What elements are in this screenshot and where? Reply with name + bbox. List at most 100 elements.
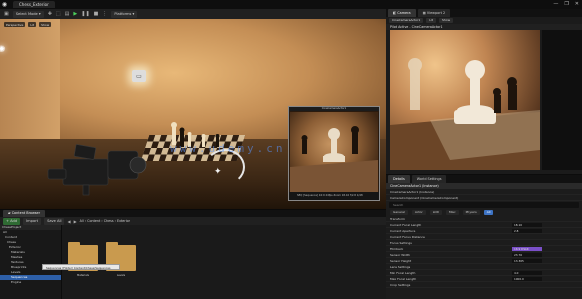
property-value-field[interactable]: 1000.0 bbox=[512, 276, 542, 281]
content-browser: ▰ Content Browser + Add Import Save All … bbox=[0, 209, 386, 299]
tab-camera-label: Camera bbox=[397, 11, 411, 15]
save-icon[interactable]: ▣ bbox=[4, 11, 9, 17]
camera-preview-image bbox=[290, 112, 378, 192]
camera-render-view[interactable] bbox=[390, 30, 540, 170]
property-label: Filmback bbox=[390, 246, 404, 251]
details-search-input[interactable]: Search bbox=[389, 202, 579, 208]
category-general[interactable]: General bbox=[390, 210, 408, 215]
tab-camera[interactable]: ◧ Camera bbox=[388, 9, 416, 17]
details-property-list: Transform Current Focal Length 18.10 Curren… bbox=[386, 216, 582, 288]
select-mode-dropdown[interactable]: Select Mode ▾ bbox=[12, 10, 44, 18]
add-actor-icon[interactable]: ✚ bbox=[48, 11, 52, 17]
save-all-button[interactable]: Save All bbox=[44, 217, 65, 225]
breadcrumb-item[interactable]: Chess bbox=[104, 219, 114, 223]
grid-icon: ▦ bbox=[422, 11, 426, 15]
property-label: Transform bbox=[390, 216, 405, 221]
add-button[interactable]: + Add bbox=[3, 217, 21, 225]
play-icon[interactable]: ▶ bbox=[73, 11, 77, 17]
tree-item[interactable]: Engine bbox=[0, 280, 61, 285]
level-tab-label: Chess_Exterior bbox=[19, 2, 49, 7]
category-lod[interactable]: LOD bbox=[429, 210, 442, 215]
back-arrow-icon[interactable]: ◀ bbox=[67, 219, 70, 224]
camera-lit-button[interactable]: Lit bbox=[426, 18, 436, 23]
directional-light-icon[interactable]: ✺ bbox=[0, 45, 10, 57]
category-misc[interactable]: Misc bbox=[445, 210, 459, 215]
render-pawn bbox=[390, 58, 540, 170]
tab-world-settings[interactable]: World Settings bbox=[411, 175, 447, 183]
maximize-icon[interactable]: ❐ bbox=[564, 1, 568, 7]
camera-show-button[interactable]: Show bbox=[438, 18, 454, 23]
details-tabs: Details World Settings bbox=[386, 175, 582, 183]
title-bar: ◉ Chess_Exterior — ❐ ✕ bbox=[0, 0, 582, 9]
tab-viewport-2[interactable]: ▦ Viewport 2 bbox=[417, 9, 451, 17]
property-value-field[interactable]: 4.0 bbox=[512, 270, 542, 275]
cinematics-icon[interactable]: ▤ bbox=[65, 11, 70, 17]
property-label: Current Focal Length bbox=[390, 222, 422, 227]
folder-tree-list: All Content Chess Exterior Materials Meshes Te… bbox=[0, 230, 61, 285]
pilot-camera-button[interactable]: CineCameraActor1 bbox=[389, 18, 424, 23]
property-value-field[interactable]: 16:9 DSLR bbox=[512, 246, 542, 251]
component-row[interactable]: CameraComponent (CineCameraComponent) bbox=[386, 195, 582, 201]
folder-tree: ChessProject All Content Chess Exterior Mate… bbox=[0, 225, 62, 299]
stop-icon[interactable]: ■ bbox=[94, 11, 99, 17]
breadcrumb-item[interactable]: All bbox=[80, 219, 84, 223]
breadcrumb-item[interactable]: Exterior bbox=[117, 219, 130, 223]
breadcrumb-item[interactable]: Content bbox=[87, 219, 100, 223]
category-all[interactable]: All bbox=[483, 210, 494, 215]
close-icon[interactable]: ✕ bbox=[575, 1, 579, 7]
viewport-options-bar: Perspective Lit Show bbox=[4, 22, 52, 27]
viewport-perspective-button[interactable]: Perspective bbox=[4, 22, 26, 27]
perspective-label: Perspective bbox=[6, 22, 24, 27]
rect-light-icon[interactable]: ▭ bbox=[132, 70, 146, 82]
engine-logo-icon[interactable]: ◉ bbox=[0, 0, 9, 9]
camera-preview: CineCameraActor1 SEQ [Sequence] 16:9 24f… bbox=[288, 106, 380, 201]
gizmo-handle-icon[interactable]: ✦ bbox=[214, 167, 222, 177]
asset-folder-label: Materials bbox=[77, 274, 89, 277]
property-value-field[interactable]: 18.10 bbox=[512, 222, 542, 227]
camera-preview-title: CineCameraActor1 bbox=[289, 107, 379, 111]
minimize-icon[interactable]: — bbox=[553, 1, 558, 7]
camera-panel-sidebar bbox=[542, 30, 582, 170]
platforms-button[interactable]: Platforms ▾ bbox=[111, 10, 138, 18]
property-label: Current Focus Distance bbox=[390, 234, 425, 239]
pause-icon[interactable]: ❚❚ bbox=[81, 11, 89, 17]
forward-arrow-icon[interactable]: ▶ bbox=[74, 219, 77, 224]
details-category-bar: General Actor LOD Misc Physics All bbox=[386, 209, 582, 216]
lit-label: Lit bbox=[30, 22, 35, 27]
main-toolbar: ▣ Select Mode ▾ ✚ ⬚ ▤ ▶ ❚❚ ■ ⋮ Platforms… bbox=[0, 9, 386, 19]
category-physics[interactable]: Physics bbox=[462, 210, 480, 215]
property-label: Lens Settings bbox=[390, 264, 411, 269]
property-label: Max Focal Length bbox=[390, 276, 417, 281]
blueprint-icon[interactable]: ⬚ bbox=[56, 11, 61, 17]
property-label: Sensor Height bbox=[390, 258, 412, 263]
tab-viewport-2-label: Viewport 2 bbox=[426, 11, 446, 15]
folder-tooltip: Sequences (Folder) Content/Chess/Sequenc… bbox=[42, 264, 120, 270]
component-label: CameraComponent (CineCameraComponent) bbox=[390, 195, 459, 200]
property-value-field[interactable]: 13.365 bbox=[512, 258, 542, 263]
level-tab[interactable]: Chess_Exterior bbox=[13, 1, 55, 8]
property-value-field[interactable]: 2.8 bbox=[512, 228, 542, 233]
platforms-label: Platforms bbox=[114, 12, 132, 16]
preview-pawn bbox=[290, 126, 378, 192]
cine-camera-actor[interactable] bbox=[43, 141, 158, 196]
tab-details[interactable]: Details bbox=[388, 175, 410, 183]
property-label: Sensor Width bbox=[390, 252, 410, 257]
asset-grid: Materials Levels bbox=[64, 225, 386, 299]
property-label: Current Aperture bbox=[390, 228, 416, 233]
content-browser-tabs: ▰ Content Browser bbox=[0, 210, 386, 217]
select-mode-label: Select Mode bbox=[15, 12, 38, 16]
property-label: Min Focal Length bbox=[390, 270, 416, 275]
tab-content-browser[interactable]: ▰ Content Browser bbox=[3, 210, 45, 217]
category-actor[interactable]: Actor bbox=[411, 210, 426, 215]
import-button[interactable]: Import bbox=[23, 217, 42, 225]
viewport-show-button[interactable]: Show bbox=[39, 22, 52, 27]
camera-panel-tabs: ◧ Camera ▦ Viewport 2 bbox=[386, 9, 582, 17]
more-options-icon[interactable]: ⋮ bbox=[102, 11, 107, 17]
editor-window: ◉ Chess_Exterior — ❐ ✕ ▣ Select Mode ▾ ✚… bbox=[0, 0, 582, 299]
asset-folder-label: Levels bbox=[116, 274, 126, 277]
content-browser-tab-label: Content Browser bbox=[11, 211, 40, 215]
viewport-lit-button[interactable]: Lit bbox=[28, 22, 37, 27]
property-row[interactable]: Crop Settings bbox=[386, 282, 582, 288]
breadcrumb: All › Content › Chess › Exterior bbox=[79, 219, 130, 223]
property-value-field[interactable]: 23.76 bbox=[512, 252, 542, 257]
